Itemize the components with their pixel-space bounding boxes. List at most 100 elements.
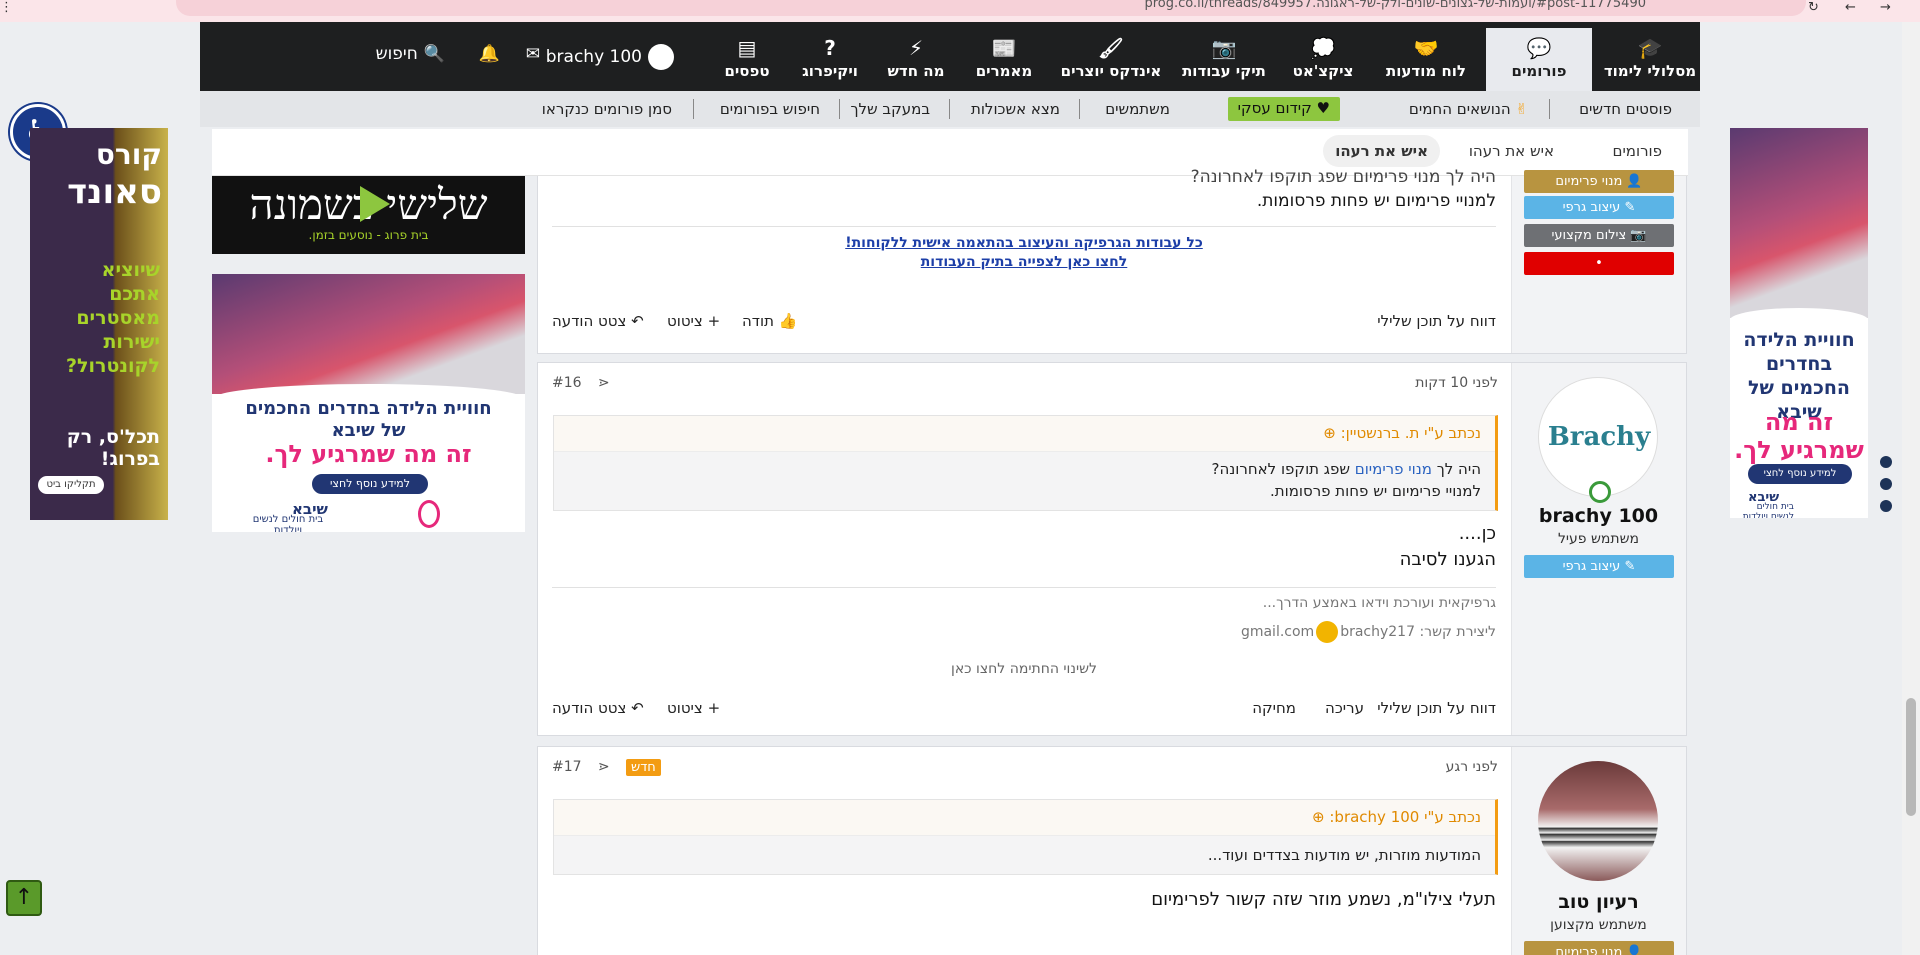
- arrow-up-circle-icon[interactable]: ⊕: [1312, 808, 1325, 826]
- post-time[interactable]: לפני רגע: [1446, 759, 1498, 775]
- ad-tuesday-banner[interactable]: שלישי בשמונה בית פרוג - נוסעים בזמן.: [212, 176, 525, 254]
- badge-graphic-design: ✎ עיצוב גרפי: [1524, 555, 1674, 578]
- edit-button[interactable]: עריכה: [1325, 699, 1364, 717]
- breadcrumb-forums[interactable]: פורומים: [1612, 142, 1662, 160]
- arrow-up-circle-icon[interactable]: ⊕: [1323, 424, 1336, 442]
- search-icon: 🔍: [423, 44, 445, 64]
- tab-learning[interactable]: 🎓 מסלולי לימוד: [1600, 22, 1700, 91]
- post-number[interactable]: #17: [552, 759, 582, 775]
- change-signature-link[interactable]: לשינוי החתימה לחצו כאן: [552, 661, 1496, 677]
- post-time[interactable]: לפני 10 דקות: [1415, 375, 1498, 391]
- divider: [693, 99, 694, 119]
- subnav-mark-read[interactable]: סמן פורומים כנקראו: [542, 100, 672, 118]
- share-icon[interactable]: ⋖: [598, 375, 610, 391]
- post-user-sidebar: Brachy brachy 100 משתמש פעיל ✎ עיצוב גרפ…: [1511, 363, 1686, 735]
- ad-sheba-left[interactable]: חוויית הלידה בחדרים החכמים של שיבא זה מה…: [212, 274, 525, 532]
- user-role: משתמש מקצוען: [1550, 917, 1647, 933]
- play-icon: [360, 186, 390, 222]
- divider: [1079, 99, 1080, 119]
- signature-contact: ליצירת קשר: gmail.com brachy217: [1241, 621, 1496, 643]
- sheba-logo-icon: [418, 500, 440, 528]
- thanks-button[interactable]: 👍 תודה: [742, 312, 797, 330]
- portfolio-view-link[interactable]: לחצו כאן לצפייה בתיק העבודות: [921, 254, 1128, 270]
- delete-button[interactable]: מחיקה: [1252, 699, 1296, 717]
- quote-button[interactable]: + ציטוט: [667, 312, 720, 330]
- avatar[interactable]: [1538, 761, 1658, 881]
- portfolio-link[interactable]: כל עבודות הגרפיקה והעיצוב בהתאמה אישית ל…: [845, 235, 1203, 251]
- reply-quote-button[interactable]: ↶ צטט הודעה: [552, 312, 644, 330]
- carousel-dot[interactable]: [1880, 456, 1892, 468]
- tab-whats-new[interactable]: ⚡ מה חדש: [876, 22, 956, 91]
- forms-icon: ▤: [737, 36, 757, 60]
- bell-icon[interactable]: 🔔: [479, 44, 500, 64]
- mail-icon[interactable]: ✉: [526, 44, 540, 64]
- refresh-icon[interactable]: ↻: [1808, 0, 1819, 15]
- tab-forms[interactable]: ▤ טפסים: [712, 22, 782, 91]
- tab-creators-index[interactable]: 🖌 אינדקס יוצרים: [1054, 22, 1168, 91]
- online-status-icon: [1589, 481, 1611, 503]
- tab-portfolios[interactable]: 📷 תיקי עבודות: [1178, 22, 1270, 91]
- carousel-dot[interactable]: [1880, 500, 1892, 512]
- divider: [839, 99, 840, 119]
- report-button[interactable]: דווח על תוכן שלילי: [1377, 312, 1496, 330]
- back-icon[interactable]: ←: [1845, 0, 1856, 15]
- browser-chrome: ⋮ ☆ ↻ ← → prog.co.il/threads/849957.ועמו…: [0, 0, 1920, 22]
- forums-icon: 💬: [1526, 36, 1552, 60]
- post-author[interactable]: רעיון טוב: [1511, 891, 1686, 913]
- plus-icon: +: [707, 312, 721, 330]
- scrollbar-thumb[interactable]: [1906, 698, 1916, 816]
- subnav-find-threads[interactable]: מצא אשכולות: [971, 100, 1060, 118]
- ad-sound-course[interactable]: קורס סאונד שיוציא אתכם מאסטרים ישירות לק…: [30, 128, 168, 520]
- subnav-members[interactable]: משתמשים: [1105, 100, 1170, 118]
- tab-articles[interactable]: 📰 מאמרים: [964, 22, 1044, 91]
- tab-chat[interactable]: 💭 ציקצ'אט: [1280, 22, 1366, 91]
- breadcrumb-parent[interactable]: איש את רעהו: [1469, 142, 1554, 160]
- quote-button[interactable]: + ציטוט: [667, 699, 720, 717]
- badge-photography: 📷 צילום מקצועי: [1524, 224, 1674, 247]
- scroll-to-top-button[interactable]: ↑: [6, 880, 42, 916]
- premium-link[interactable]: מנוי פרימיום: [1355, 460, 1432, 478]
- scrollbar-track[interactable]: [1902, 22, 1920, 955]
- new-badge: חדש: [626, 759, 661, 776]
- reply-icon: ↶: [631, 312, 644, 330]
- menu-dots-icon[interactable]: ⋮: [0, 0, 13, 15]
- address-bar[interactable]: prog.co.il/threads/849957.ועמות-של-גצוני…: [176, 0, 1806, 16]
- reply-quote-button[interactable]: ↶ צטט הודעה: [552, 699, 644, 717]
- subnav-search-forums[interactable]: חיפוש בפורומים: [720, 100, 820, 118]
- report-button[interactable]: דווח על תוכן שלילי: [1377, 699, 1496, 717]
- post-author[interactable]: brachy 100: [1511, 505, 1686, 527]
- subnav-new-posts[interactable]: פוסטים חדשים: [1579, 100, 1672, 118]
- user-menu[interactable]: brachy 100: [546, 44, 674, 70]
- share-icon[interactable]: ⋖: [598, 759, 610, 775]
- badge-premium: 👤 מנוי פרימיום: [1524, 941, 1674, 955]
- breadcrumb-current[interactable]: איש את רעהו: [1323, 135, 1440, 167]
- post-actions: דווח על תוכן שלילי ↶ צטט הודעה + ציטוט 👍…: [552, 312, 1496, 332]
- articles-icon: 📰: [991, 36, 1017, 60]
- post-actions: דווח על תוכן שלילי עריכה מחיקה ↶ צטט הוד…: [552, 699, 1496, 719]
- ad-sheba-right[interactable]: חוויית הלידה בחדרים החכמים של שיבא זה מה…: [1730, 128, 1868, 518]
- avatar[interactable]: Brachy: [1538, 377, 1658, 497]
- post-number[interactable]: #16: [552, 375, 582, 391]
- ad-image: [1730, 128, 1868, 318]
- user-avatar: [648, 44, 674, 70]
- subnav-hot-topics[interactable]: ✌ הנושאים החמים: [1409, 100, 1528, 118]
- divider: [949, 99, 950, 119]
- plus-icon: +: [707, 699, 721, 717]
- carousel-dot[interactable]: [1880, 478, 1892, 490]
- quote-block: נכתב ע"י ת. ברנשטיין: ⊕ היה לך מנוי פרימ…: [553, 415, 1498, 511]
- subnav-business-promo[interactable]: ♥ קידום עסקי: [1227, 97, 1340, 121]
- badge-premium: 👤 מנוי פרימיום: [1524, 170, 1674, 193]
- tab-wiki[interactable]: ? ויקיפרוג: [790, 22, 870, 91]
- post-17: רעיון טוב משתמש מקצוען 👤 מנוי פרימיום לפ…: [537, 746, 1687, 955]
- graduation-cap-icon: 🎓: [1637, 36, 1663, 60]
- ad-image: [212, 274, 525, 394]
- post-15: 👤 מנוי פרימיום ✎ עיצוב גרפי 📷 צילום מקצו…: [537, 167, 1687, 354]
- camera-icon: 📷: [1211, 36, 1237, 60]
- tab-forums[interactable]: 💬 פורומים: [1486, 28, 1592, 91]
- tab-ads-board[interactable]: 🤝 לוח מודעות: [1376, 22, 1476, 91]
- subnav-watched[interactable]: במעקב שלך: [850, 100, 930, 118]
- forward-icon[interactable]: →: [1880, 0, 1891, 15]
- arrow-up-icon: ↑: [14, 885, 34, 910]
- search-button[interactable]: 🔍 חיפוש: [376, 44, 445, 64]
- lightning-icon: ⚡: [908, 36, 924, 60]
